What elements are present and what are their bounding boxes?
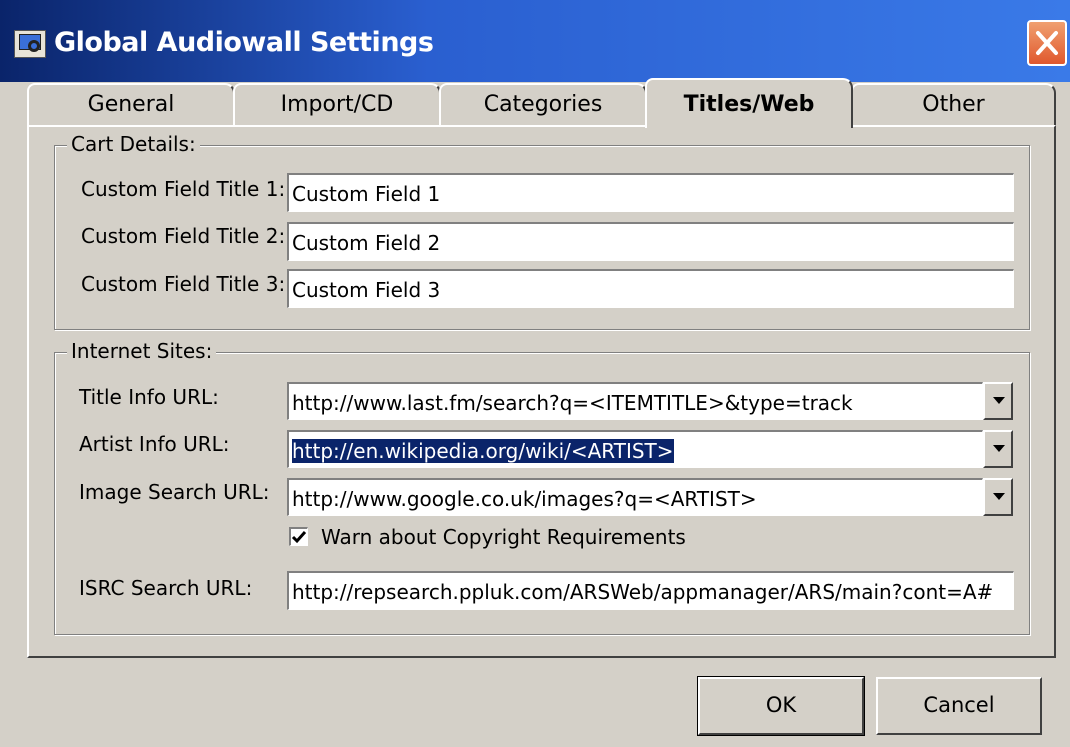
custom-field-title-1-label: Custom Field Title 1: xyxy=(81,177,286,201)
warn-copyright-checkbox[interactable] xyxy=(289,527,308,546)
cancel-button[interactable]: Cancel xyxy=(876,677,1042,735)
tab-import-cd[interactable]: Import/CD xyxy=(233,83,441,127)
isrc-search-url-label: ISRC Search URL: xyxy=(79,576,253,600)
artist-info-url-combobox[interactable]: http://en.wikipedia.org/wiki/<ARTIST> xyxy=(287,430,983,468)
custom-field-title-3-label: Custom Field Title 3: xyxy=(81,272,286,296)
internet-sites-group: Internet Sites: Title Info URL: http://w… xyxy=(54,339,1030,635)
cart-details-group: Cart Details: Custom Field Title 1: Cust… xyxy=(54,132,1030,330)
isrc-search-url-input[interactable]: http://repsearch.ppluk.com/ARSWeb/appman… xyxy=(287,571,1014,610)
ok-button[interactable]: OK xyxy=(697,676,865,736)
artist-info-url-dropdown[interactable] xyxy=(983,430,1013,468)
chevron-down-icon xyxy=(993,397,1005,404)
warn-copyright-label[interactable]: Warn about Copyright Requirements xyxy=(321,525,686,549)
magnifier-monitor-icon xyxy=(14,30,46,58)
tab-other[interactable]: Other xyxy=(851,83,1056,127)
title-bar[interactable]: Global Audiowall Settings xyxy=(0,0,1070,82)
internet-sites-label: Internet Sites: xyxy=(67,339,217,363)
artist-info-url-value: http://en.wikipedia.org/wiki/<ARTIST> xyxy=(292,439,674,463)
cart-details-label: Cart Details: xyxy=(67,132,200,156)
close-button[interactable] xyxy=(1027,20,1067,66)
image-search-url-dropdown[interactable] xyxy=(983,478,1013,516)
chevron-down-icon xyxy=(993,493,1005,500)
image-search-url-combobox[interactable]: http://www.google.co.uk/images?q=<ARTIST… xyxy=(287,478,983,516)
custom-field-title-2-input[interactable]: Custom Field 2 xyxy=(287,222,1014,261)
window-title: Global Audiowall Settings xyxy=(54,27,434,58)
tab-titles-web[interactable]: Titles/Web xyxy=(645,78,853,128)
check-icon xyxy=(291,531,307,544)
custom-field-title-2-label: Custom Field Title 2: xyxy=(81,224,286,248)
custom-field-title-3-input[interactable]: Custom Field 3 xyxy=(287,269,1014,308)
titles-web-panel: Cart Details: Custom Field Title 1: Cust… xyxy=(27,125,1056,658)
tab-general[interactable]: General xyxy=(27,83,235,127)
title-info-url-dropdown[interactable] xyxy=(983,382,1013,420)
artist-info-url-label: Artist Info URL: xyxy=(79,432,230,456)
image-search-url-label: Image Search URL: xyxy=(79,480,270,504)
title-info-url-combobox[interactable]: http://www.last.fm/search?q=<ITEMTITLE>&… xyxy=(287,382,983,420)
title-info-url-label: Title Info URL: xyxy=(79,385,219,409)
close-icon xyxy=(1036,31,1058,55)
custom-field-title-1-input[interactable]: Custom Field 1 xyxy=(287,173,1014,212)
tab-categories[interactable]: Categories xyxy=(439,83,647,127)
chevron-down-icon xyxy=(993,445,1005,452)
